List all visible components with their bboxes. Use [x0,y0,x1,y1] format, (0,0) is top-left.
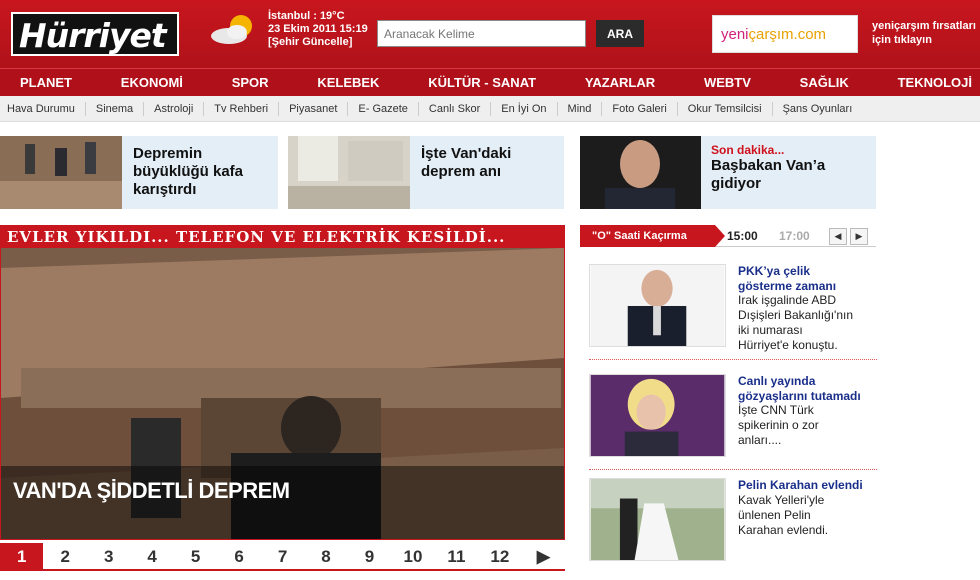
search-button[interactable]: ARA [596,20,644,47]
nav-webtv[interactable]: WEBTV [704,69,751,96]
subnav-en-iyi-on[interactable]: En İyi On [491,101,558,116]
page-9[interactable]: 9 [348,543,391,569]
news-item-2[interactable]: Canlı yayında gözyaşlarını tutamadı İşte… [589,374,877,470]
page-3[interactable]: 3 [87,543,130,569]
time-slot-active[interactable]: 15:00 [727,229,758,243]
subnav-e-gazete[interactable]: E- Gazete [348,101,419,116]
top-story-1[interactable]: Depremin büyüklüğü kafa karıştırdı [0,136,278,209]
news-item-1-title: PKK’ya çelik gösterme zamanı [738,264,837,293]
subnav-foto-galeri[interactable]: Foto Galeri [602,101,678,116]
nav-planet[interactable]: PLANET [20,69,72,96]
news-item-2-title: Canlı yayında gözyaşlarını tutamadı [738,374,861,403]
page-10[interactable]: 10 [391,543,434,569]
page-1[interactable]: 1 [0,543,44,569]
subnav-hava-durumu[interactable]: Hava Durumu [0,101,86,116]
nav-saglik[interactable]: SAĞLIK [800,69,849,96]
nav-kultur-sanat[interactable]: KÜLTÜR - SANAT [428,69,536,96]
news-item-3-desc: Kavak Yelleri'yle ünlenen Pelin Karahan … [738,493,829,537]
subnav-sans-oyunlari[interactable]: Şans Oyunları [773,102,863,116]
tv-presenter-photo [589,374,726,457]
news-item-1[interactable]: PKK’ya çelik gösterme zamanı Irak işgali… [589,264,877,360]
subnav-canli-skor[interactable]: Canlı Skor [419,101,492,116]
time-slot-next[interactable]: 17:00 [779,229,810,243]
page-5[interactable]: 5 [174,543,217,569]
subnav-sinema[interactable]: Sinema [86,101,145,116]
weather-date: 23 Ekim 2011 15:19 [268,23,368,35]
headline-title: VAN'DA ŞİDDETLİ DEPREM [13,478,290,503]
nav-teknoloji[interactable]: TEKNOLOJİ [898,69,972,96]
subnav-piyasanet[interactable]: Piyasanet [279,101,349,116]
page-4[interactable]: 4 [130,543,173,569]
rubble-photo [0,136,122,209]
news-item-3-title: Pelin Karahan evlendi [738,478,863,492]
weather-info: İstanbul : 19°C 23 Ekim 2011 15:19 [Şehi… [268,10,368,49]
page-7[interactable]: 7 [261,543,304,569]
page-12[interactable]: 12 [478,543,521,569]
page-6[interactable]: 6 [217,543,260,569]
subnav-mind[interactable]: Mind [558,101,603,116]
next-arrow-icon[interactable]: ▶ [850,228,868,245]
headline-pager: 1 2 3 4 5 6 7 8 9 10 11 12 ▶ [0,543,565,571]
ad-promo-link[interactable]: yeniçarşım fırsatları için tıklayın [872,19,980,47]
nav-kelebek[interactable]: KELEBEK [317,69,379,96]
news-item-1-desc: Irak işgalinde ABD Dışişleri Bakanlığı'n… [738,293,854,352]
prev-arrow-icon[interactable]: ◀ [829,228,847,245]
subnav-astroloji[interactable]: Astroloji [144,101,205,116]
main-nav: PLANET EKONOMİ SPOR KELEBEK KÜLTÜR - SAN… [0,68,980,96]
top-story-3-title: Başbakan Van’a gidiyor [711,157,826,192]
yenicarsim-logo: yeniçarşım.com [721,26,827,43]
subnav-tv-rehberi[interactable]: Tv Rehberi [204,101,280,116]
o-saati-tab[interactable]: "O" Saati Kaçırma [580,225,715,247]
prime-minister-photo [580,136,701,209]
subnav-okur-temsilcisi[interactable]: Okur Temsilcisi [678,101,773,116]
news-item-2-desc: İşte CNN Türk spikerinin o zor anları...… [738,403,819,447]
top-story-1-title: Depremin büyüklüğü kafa karıştırdı [133,145,244,198]
breaking-news-label: Son dakika... [711,143,785,157]
logo-text: Hürriyet [19,16,167,55]
update-city-link[interactable]: [Şehir Güncelle] [268,36,368,49]
nav-spor[interactable]: SPOR [232,69,269,96]
wedding-photo [589,478,726,561]
partly-cloudy-icon [211,15,252,44]
headline-banner: EVLER YIKILDI... TELEFON VE ELEKTRİK KES… [1,226,564,248]
tab-arrow-shape [715,225,725,247]
yenicarsim-ad[interactable]: yeniçarşım.com [712,15,858,53]
news-item-3[interactable]: Pelin Karahan evlendi Kavak Yelleri'yle … [589,478,877,578]
next-page-icon[interactable]: ▶ [522,543,565,569]
top-story-2-title: İşte Van'daki deprem anı [421,145,512,180]
site-logo[interactable]: Hürriyet [11,12,179,56]
main-headline[interactable]: EVLER YIKILDI... TELEFON VE ELEKTRİK KES… [0,225,565,540]
page-11[interactable]: 11 [435,543,478,569]
weather-city-temp: İstanbul : 19°C [268,10,345,22]
nav-yazarlar[interactable]: YAZARLAR [585,69,655,96]
nav-ekonomi[interactable]: EKONOMİ [121,69,183,96]
site-header: Hürriyet İstanbul : 19°C 23 Ekim 2011 15… [0,0,980,68]
page-8[interactable]: 8 [304,543,347,569]
search-input[interactable] [377,20,586,47]
sub-nav: Hava Durumu Sinema Astroloji Tv Rehberi … [0,96,980,122]
politician-photo [589,264,726,347]
room-photo [288,136,410,209]
page-2[interactable]: 2 [43,543,86,569]
top-story-2[interactable]: İşte Van'daki deprem anı [288,136,564,209]
